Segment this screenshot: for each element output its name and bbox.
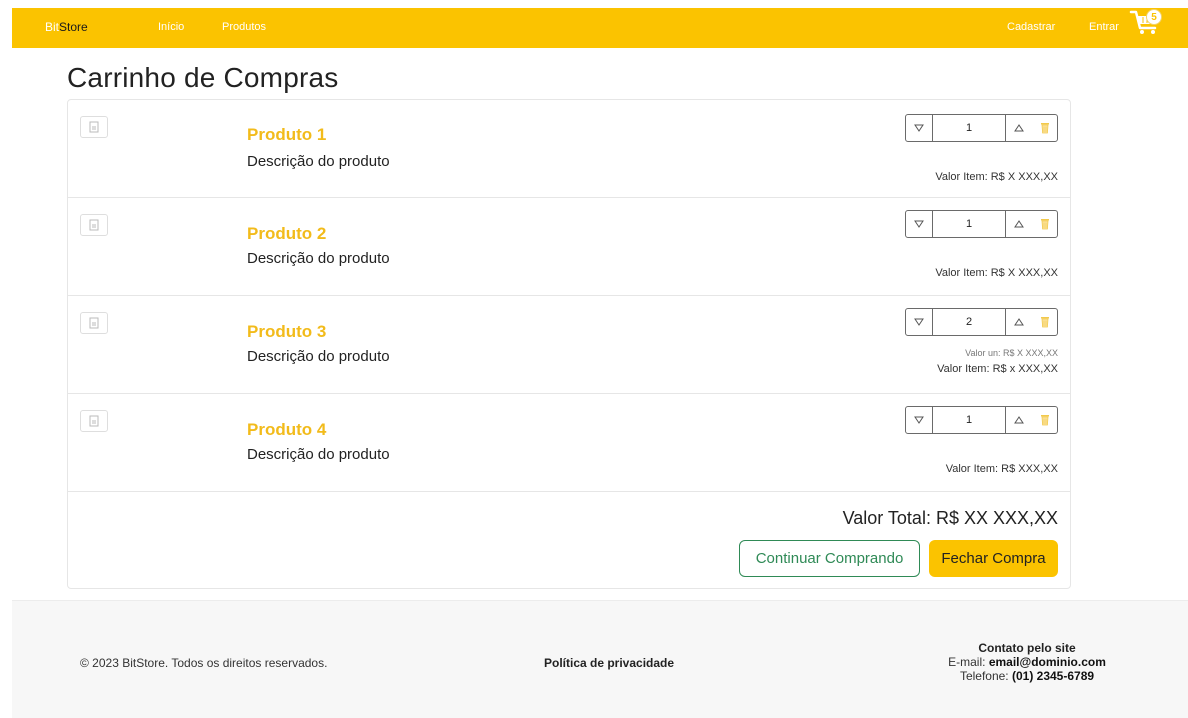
quantity-value[interactable]: 1	[933, 211, 1005, 237]
product-name[interactable]: Produto 3	[247, 322, 326, 342]
cart-item: Produto 3 Descrição do produto 2 Valor u…	[68, 296, 1070, 394]
quantity-stepper: 1	[905, 406, 1058, 434]
nav-link-produtos[interactable]: Produtos	[222, 21, 266, 33]
trash-icon	[1040, 219, 1049, 230]
decrease-quantity-button[interactable]	[906, 211, 933, 237]
increase-quantity-button[interactable]	[1005, 309, 1032, 335]
product-image	[80, 410, 108, 432]
remove-item-button[interactable]	[1032, 211, 1057, 237]
footer: © 2023 BitStore. Todos os direitos reser…	[12, 600, 1188, 718]
brand-logo[interactable]: BitStore	[45, 20, 88, 34]
navbar: BitStore Início Produtos Cadastrar Entra…	[12, 8, 1188, 48]
copyright-text: © 2023 BitStore. Todos os direitos reser…	[80, 656, 328, 670]
increase-quantity-button[interactable]	[1005, 407, 1032, 433]
triangle-down-icon	[914, 220, 924, 228]
product-image	[80, 312, 108, 334]
remove-item-button[interactable]	[1032, 309, 1057, 335]
item-price: Valor Item: R$ X XXX,XX	[935, 171, 1058, 183]
cart-item: Produto 4 Descrição do produto 1 Valor I…	[68, 394, 1070, 492]
triangle-up-icon	[1014, 416, 1024, 424]
product-description: Descrição do produto	[247, 446, 390, 463]
cart-count-badge: 5	[1146, 9, 1162, 25]
contact-phone-line: Telefone: (01) 2345-6789	[912, 669, 1142, 683]
triangle-up-icon	[1014, 220, 1024, 228]
nav-link-entrar[interactable]: Entrar	[1089, 21, 1119, 33]
image-placeholder-icon	[89, 121, 99, 133]
triangle-down-icon	[914, 124, 924, 132]
cart-item: Produto 2 Descrição do produto 1 Valor I…	[68, 198, 1070, 296]
contact-email[interactable]: email@dominio.com	[989, 655, 1106, 669]
trash-icon	[1040, 317, 1049, 328]
decrease-quantity-button[interactable]	[906, 115, 933, 141]
contact-title: Contato pelo site	[978, 641, 1076, 655]
nav-link-cadastrar[interactable]: Cadastrar	[1007, 21, 1055, 33]
quantity-value[interactable]: 2	[933, 309, 1005, 335]
triangle-down-icon	[914, 416, 924, 424]
product-description: Descrição do produto	[247, 348, 390, 365]
phone-label: Telefone:	[959, 669, 1009, 683]
product-image	[80, 116, 108, 138]
item-price: Valor Item: R$ x XXX,XX	[937, 363, 1058, 375]
brand-bit: Bit	[45, 20, 60, 34]
triangle-down-icon	[914, 318, 924, 326]
image-placeholder-icon	[89, 317, 99, 329]
quantity-value[interactable]: 1	[933, 115, 1005, 141]
trash-icon	[1040, 123, 1049, 134]
remove-item-button[interactable]	[1032, 115, 1057, 141]
contact-block: Contato pelo site E-mail: email@dominio.…	[912, 641, 1142, 683]
quantity-stepper: 2	[905, 308, 1058, 336]
cart-total: Valor Total: R$ XX XXX,XX	[842, 508, 1058, 528]
product-description: Descrição do produto	[247, 250, 390, 267]
decrease-quantity-button[interactable]	[906, 407, 933, 433]
checkout-button[interactable]: Fechar Compra	[929, 540, 1058, 577]
quantity-value[interactable]: 1	[933, 407, 1005, 433]
item-price: Valor Item: R$ XXX,XX	[945, 463, 1058, 475]
product-description: Descrição do produto	[247, 153, 390, 170]
image-placeholder-icon	[89, 415, 99, 427]
remove-item-button[interactable]	[1032, 407, 1057, 433]
continue-shopping-button[interactable]: Continuar Comprando	[739, 540, 920, 577]
page-title: Carrinho de Compras	[67, 62, 339, 93]
triangle-up-icon	[1014, 124, 1024, 132]
unit-price: Valor un: R$ X XXX,XX	[965, 348, 1058, 358]
product-name[interactable]: Produto 2	[247, 224, 326, 244]
increase-quantity-button[interactable]	[1005, 211, 1032, 237]
contact-email-line: E-mail: email@dominio.com	[912, 655, 1142, 669]
nav-link-inicio[interactable]: Início	[158, 21, 184, 33]
cart-card: Produto 1 Descrição do produto 1 Valor I…	[67, 99, 1071, 589]
image-placeholder-icon	[89, 219, 99, 231]
decrease-quantity-button[interactable]	[906, 309, 933, 335]
trash-icon	[1040, 415, 1049, 426]
product-name[interactable]: Produto 4	[247, 420, 326, 440]
triangle-up-icon	[1014, 318, 1024, 326]
brand-store: Store	[59, 20, 88, 34]
increase-quantity-button[interactable]	[1005, 115, 1032, 141]
quantity-stepper: 1	[905, 114, 1058, 142]
quantity-stepper: 1	[905, 210, 1058, 238]
email-label: E-mail:	[948, 655, 986, 669]
cart-item: Produto 1 Descrição do produto 1 Valor I…	[68, 100, 1070, 198]
item-price: Valor Item: R$ X XXX,XX	[935, 267, 1058, 279]
product-name[interactable]: Produto 1	[247, 125, 326, 145]
privacy-policy-link[interactable]: Política de privacidade	[544, 656, 674, 670]
product-image	[80, 214, 108, 236]
contact-phone: (01) 2345-6789	[1011, 669, 1095, 683]
